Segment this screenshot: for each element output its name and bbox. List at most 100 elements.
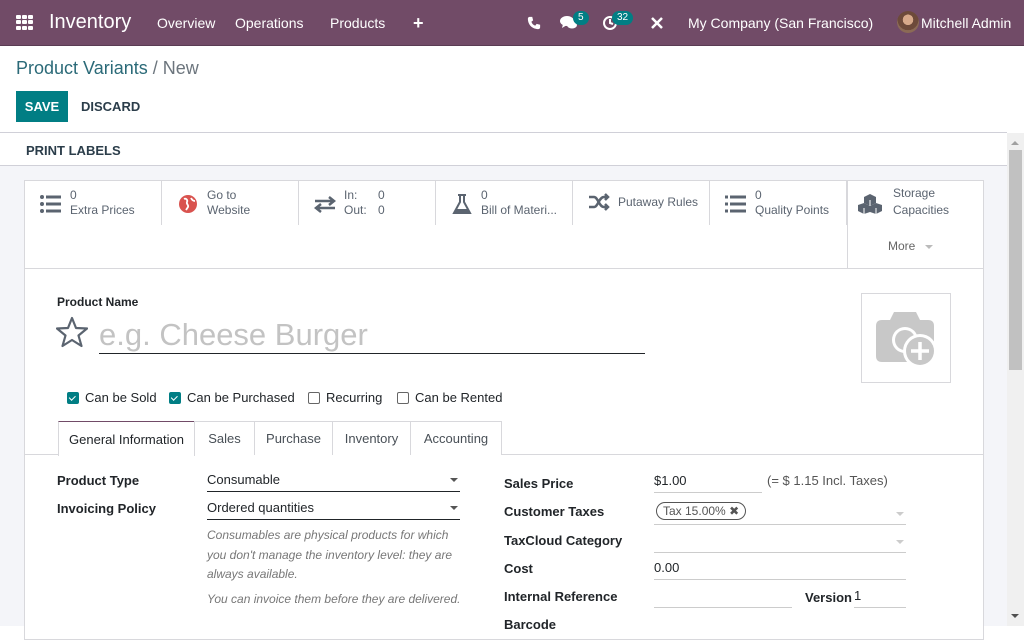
app-name[interactable]: Inventory — [49, 11, 131, 34]
recurring-checkbox[interactable]: Recurring — [308, 390, 382, 405]
sales-price-input[interactable]: $1.00 — [654, 471, 762, 493]
version-input[interactable]: 1 — [854, 586, 906, 608]
extra-prices-count: 0 — [70, 188, 77, 202]
checkbox-empty-icon — [397, 391, 409, 404]
save-button[interactable]: SAVE — [16, 91, 68, 122]
barcode-label: Barcode — [504, 617, 557, 632]
cost-label: Cost — [504, 561, 533, 576]
putaway-rules-button[interactable]: Putaway Rules — [573, 181, 710, 225]
recurring-label: Recurring — [326, 390, 383, 405]
product-type-select[interactable]: Consumable — [207, 470, 460, 492]
apps-menu-icon[interactable] — [16, 15, 33, 30]
random-icon — [589, 193, 610, 211]
form-sheet: 0 Extra Prices Go to Website In: 0 Out: … — [24, 180, 984, 640]
can-be-sold-checkbox[interactable]: Can be Sold — [67, 390, 157, 405]
tab-general-information[interactable]: General Information — [58, 421, 195, 456]
form-content: PRINT LABELS 0 Extra Prices Go to Websit… — [0, 133, 1007, 640]
taxcloud-category-select[interactable] — [654, 529, 906, 553]
checkbox-empty-icon — [308, 391, 320, 404]
can-be-purchased-checkbox[interactable]: Can be Purchased — [169, 390, 295, 405]
activities-badge: 32 — [612, 11, 634, 25]
caret-down-icon — [450, 506, 458, 510]
quality-points-button[interactable]: 0 Quality Points — [710, 181, 847, 225]
smart-buttons: 0 Extra Prices Go to Website In: 0 Out: … — [25, 181, 983, 269]
tab-sales[interactable]: Sales — [194, 421, 255, 455]
out-label: Out: — [344, 203, 367, 217]
sales-price-incl-taxes: (= $ 1.15 Incl. Taxes) — [767, 473, 888, 488]
product-name-input[interactable] — [99, 316, 645, 354]
checkbox-checked-icon — [169, 391, 181, 404]
customer-taxes-field[interactable]: Tax 15.00% ✖ — [654, 501, 906, 525]
product-name-label: Product Name — [57, 295, 139, 309]
user-menu[interactable]: Mitchell Admin — [921, 15, 1011, 31]
go-to-website-button[interactable]: Go to Website — [162, 181, 299, 225]
bill-of-materials-button[interactable]: 0 Bill of Materi... — [436, 181, 573, 225]
version-label: Version — [805, 590, 852, 605]
tab-inventory[interactable]: Inventory — [332, 421, 411, 455]
cost-input[interactable]: 0.00 — [654, 558, 906, 580]
form-statusbar: PRINT LABELS — [0, 133, 1007, 166]
breadcrumb-separator: / — [152, 58, 158, 78]
in-out-button[interactable]: In: 0 Out: 0 — [299, 181, 436, 225]
menu-products[interactable]: Products — [330, 15, 385, 31]
tab-purchase[interactable]: Purchase — [254, 421, 333, 455]
breadcrumb-current: New — [162, 58, 199, 78]
tab-accounting[interactable]: Accounting — [410, 421, 502, 455]
quality-points-count: 0 — [755, 188, 762, 202]
list-icon — [40, 195, 61, 213]
product-type-label: Product Type — [57, 473, 140, 488]
form-tabs: General Information Sales Purchase Inven… — [25, 421, 983, 456]
user-avatar[interactable] — [897, 11, 919, 33]
internal-reference-input[interactable] — [654, 586, 792, 608]
tools-icon[interactable] — [650, 16, 664, 30]
extra-prices-button[interactable]: 0 Extra Prices — [25, 181, 162, 225]
bom-label: Bill of Materi... — [481, 203, 558, 217]
invoicing-policy-select[interactable]: Ordered quantities — [207, 498, 460, 520]
breadcrumb-parent[interactable]: Product Variants — [16, 58, 148, 78]
invoice-help-text: You can invoice them before they are del… — [207, 592, 461, 606]
quality-points-label: Quality Points — [755, 203, 830, 217]
messages-badge: 5 — [573, 11, 589, 25]
can-be-rented-checkbox[interactable]: Can be Rented — [397, 390, 502, 405]
scroll-down-arrow-icon[interactable] — [1011, 614, 1019, 618]
can-be-purchased-label: Can be Purchased — [187, 390, 295, 405]
storage-capacities-button[interactable]: Storage Capacities — [848, 181, 983, 225]
consumable-help-text: Consumables are physical products for wh… — [207, 528, 453, 581]
globe-icon — [179, 195, 197, 213]
caret-down-icon — [896, 512, 904, 516]
more-dropdown[interactable]: More — [888, 239, 934, 253]
invoicing-policy-value: Ordered quantities — [207, 500, 314, 515]
plus-icon[interactable]: + — [413, 13, 424, 34]
star-icon[interactable] — [56, 316, 88, 348]
invoicing-policy-label: Invoicing Policy — [57, 501, 156, 516]
discard-button[interactable]: DISCARD — [81, 99, 140, 114]
can-be-sold-label: Can be Sold — [85, 390, 157, 405]
checkbox-checked-icon — [67, 391, 79, 404]
print-labels-button[interactable]: PRINT LABELS — [26, 143, 121, 158]
website-label: Website — [207, 203, 251, 217]
internal-reference-label: Internal Reference — [504, 589, 618, 604]
phone-icon[interactable] — [527, 16, 541, 30]
sales-price-label: Sales Price — [504, 476, 574, 491]
menu-operations[interactable]: Operations — [235, 15, 303, 31]
menu-overview[interactable]: Overview — [157, 15, 215, 31]
scroll-up-arrow-icon[interactable] — [1011, 141, 1019, 145]
breadcrumb: Product Variants / New — [16, 58, 199, 79]
taxcloud-category-label: TaxCloud Category — [504, 533, 623, 548]
storage-capacities-container: Storage Capacities More — [847, 181, 983, 269]
list-icon — [725, 195, 746, 213]
product-image-upload[interactable] — [861, 293, 951, 383]
camera-plus-icon — [876, 312, 937, 368]
company-switcher[interactable]: My Company (San Francisco) — [688, 15, 873, 31]
putaway-rules-label: Putaway Rules — [618, 195, 699, 209]
in-label: In: — [344, 188, 358, 202]
scrollbar-thumb[interactable] — [1009, 150, 1022, 370]
top-navbar: Inventory Overview Operations Products +… — [0, 0, 1024, 46]
caret-down-icon — [896, 540, 904, 544]
remove-tag-icon[interactable]: ✖ — [729, 504, 739, 518]
vertical-scrollbar[interactable] — [1007, 133, 1024, 626]
caret-down-icon — [925, 244, 934, 249]
in-value: 0 — [378, 188, 385, 202]
storage-label: Storage — [893, 186, 936, 200]
tax-tag-label: Tax 15.00% — [663, 504, 726, 518]
